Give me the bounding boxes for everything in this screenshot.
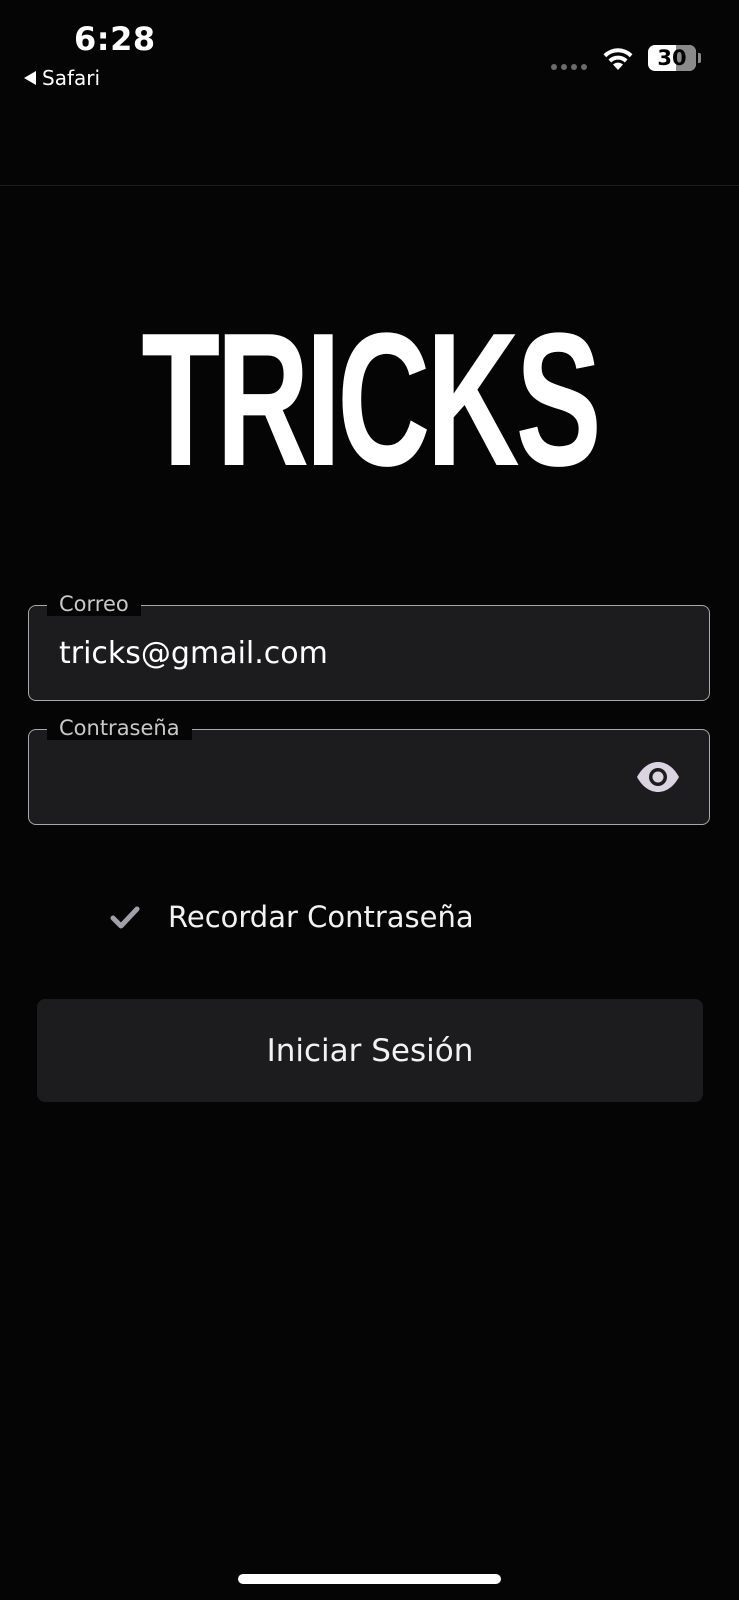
login-button[interactable]: Iniciar Sesión — [37, 999, 703, 1102]
remember-password-toggle[interactable]: Recordar Contraseña — [110, 900, 474, 934]
back-triangle-icon — [24, 71, 36, 85]
battery-nub — [698, 53, 701, 63]
password-field[interactable]: Contraseña — [28, 716, 710, 825]
email-field[interactable]: Correo tricks@gmail.com — [28, 592, 710, 701]
battery-icon: 30 — [648, 45, 696, 71]
home-indicator[interactable] — [238, 1574, 501, 1584]
check-icon[interactable] — [110, 902, 140, 932]
app-logo: TRICKS — [141, 294, 602, 506]
status-time: 6:28 — [74, 20, 156, 58]
battery-level: 30 — [657, 46, 687, 70]
signal-dots-icon — [551, 64, 587, 70]
back-to-safari-button[interactable]: Safari — [24, 66, 100, 90]
remember-password-label: Recordar Contraseña — [168, 900, 474, 934]
email-label: Correo — [47, 592, 141, 619]
wifi-icon — [603, 48, 633, 70]
header-divider — [0, 185, 739, 186]
back-app-label: Safari — [42, 66, 101, 90]
eye-icon[interactable] — [635, 760, 681, 794]
email-value[interactable]: tricks@gmail.com — [59, 636, 328, 671]
password-label: Contraseña — [47, 716, 192, 743]
